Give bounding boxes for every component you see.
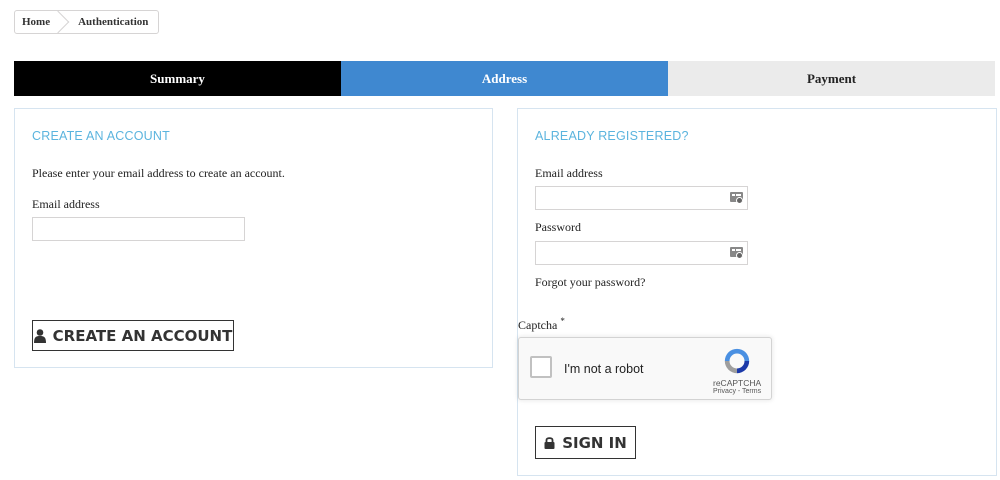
recaptcha-widget: I'm not a robot reCAPTCHA Privacy - Term… xyxy=(518,337,772,400)
login-password-input[interactable] xyxy=(536,242,747,264)
create-account-button-label: CREATE AN ACCOUNT xyxy=(52,326,233,345)
recaptcha-logo-icon xyxy=(724,348,750,374)
recaptcha-links[interactable]: Privacy - Terms xyxy=(713,388,761,395)
breadcrumb-current: Authentication xyxy=(64,11,158,33)
sign-in-button-label: SIGN IN xyxy=(562,433,627,452)
login-email-input[interactable] xyxy=(536,187,747,209)
create-account-instructions: Please enter your email address to creat… xyxy=(32,166,285,180)
login-password-field[interactable] xyxy=(535,241,748,265)
password-manager-icon[interactable] xyxy=(730,246,743,259)
breadcrumb-current-label: Authentication xyxy=(78,16,149,28)
recaptcha-brand: reCAPTCHA xyxy=(713,378,762,388)
recaptcha-checkbox-label: I'm not a robot xyxy=(564,362,644,376)
login-panel: ALREADY REGISTERED? Email address Passwo… xyxy=(517,108,997,476)
step-address: Address xyxy=(341,61,668,96)
create-account-button[interactable]: CREATE AN ACCOUNT xyxy=(32,320,234,351)
checkout-steps: Summary Address Payment xyxy=(14,61,995,96)
captcha-required-mark: * xyxy=(560,316,565,326)
user-icon xyxy=(33,328,46,343)
login-email-label: Email address xyxy=(535,166,603,180)
captcha-label-text: Captcha xyxy=(518,318,558,332)
breadcrumb: Home Authentication xyxy=(14,10,160,34)
step-summary[interactable]: Summary xyxy=(14,61,341,96)
breadcrumb-home[interactable]: Home xyxy=(15,10,70,34)
recaptcha-checkbox[interactable] xyxy=(530,356,552,378)
step-payment: Payment xyxy=(668,61,995,96)
captcha-label: Captcha * xyxy=(518,316,565,333)
create-email-label: Email address xyxy=(32,197,100,211)
forgot-password-link[interactable]: Forgot your password? xyxy=(535,275,645,290)
create-email-field[interactable] xyxy=(32,217,245,241)
sign-in-button[interactable]: SIGN IN xyxy=(535,426,636,459)
login-email-field[interactable] xyxy=(535,186,748,210)
create-account-panel: CREATE AN ACCOUNT Please enter your emai… xyxy=(14,108,493,368)
login-title: ALREADY REGISTERED? xyxy=(535,129,689,143)
lock-icon xyxy=(544,437,555,449)
create-account-title: CREATE AN ACCOUNT xyxy=(32,129,170,143)
login-password-label: Password xyxy=(535,220,582,234)
password-manager-icon[interactable] xyxy=(730,191,743,204)
create-email-input[interactable] xyxy=(33,218,244,240)
